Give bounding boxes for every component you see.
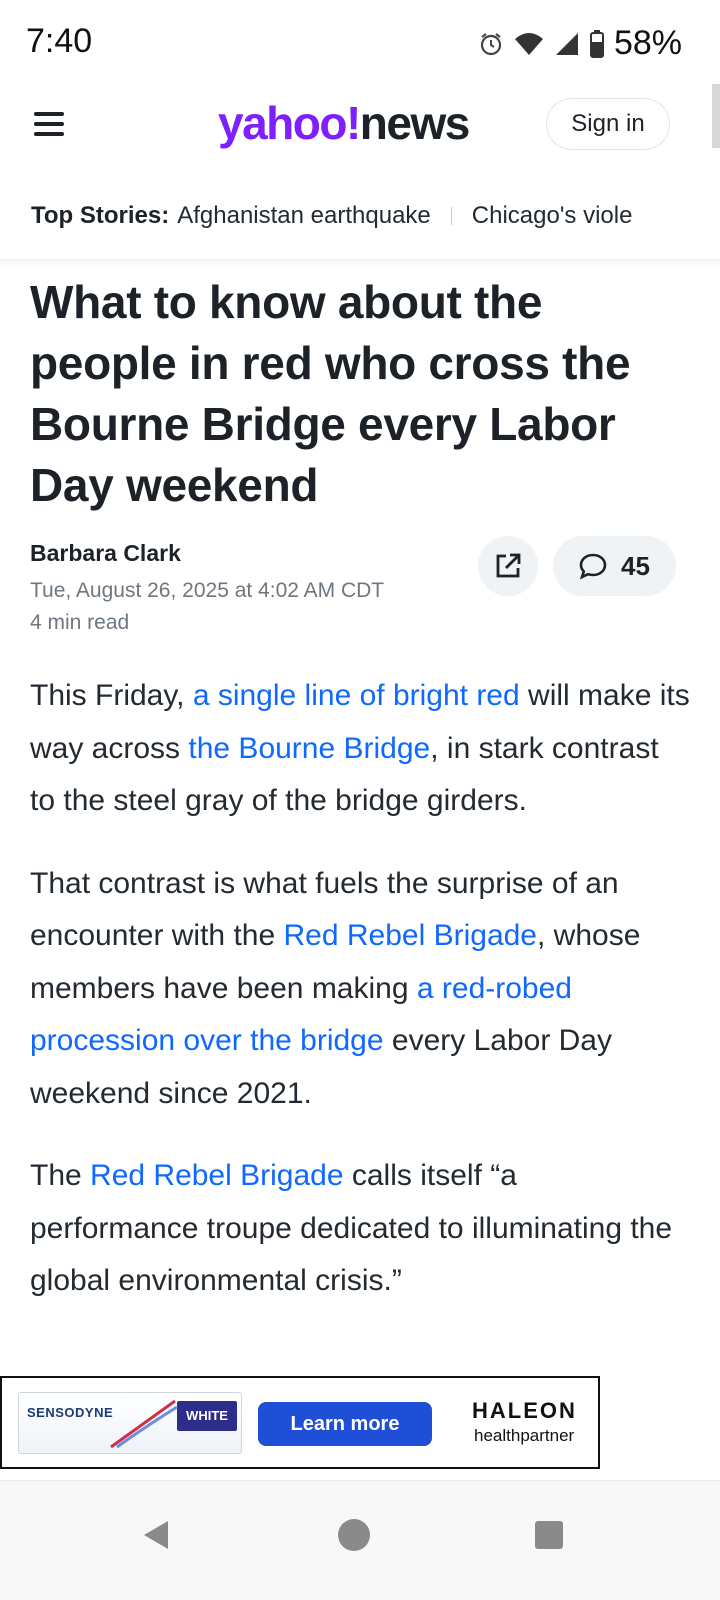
sign-in-button[interactable]: Sign in	[546, 98, 670, 150]
paragraph: That contrast is what fuels the surprise…	[30, 858, 690, 1121]
alarm-icon	[480, 32, 502, 55]
top-story-link[interactable]: Afghanistan earthquake	[177, 202, 431, 230]
paragraph: This Friday, a single line of bright red…	[30, 670, 690, 828]
divider	[450, 207, 452, 225]
ad-brand: SENSODYNE	[27, 1405, 114, 1420]
signal-icon	[555, 32, 578, 55]
logo-news-text: news	[359, 97, 471, 149]
inline-link[interactable]: Red Rebel Brigade	[90, 1159, 344, 1192]
battery-percent: 58%	[613, 24, 682, 62]
home-button[interactable]	[324, 1505, 384, 1565]
fade-overlay	[630, 176, 720, 259]
top-stories-label: Top Stories:	[31, 202, 170, 229]
paragraph-text: The	[30, 1159, 91, 1192]
product-image: SENSODYNE WHITE	[18, 1392, 242, 1454]
read-time: 4 min read	[30, 611, 130, 634]
recents-icon	[535, 1521, 563, 1549]
status-bar: 7:40 58%	[0, 0, 720, 84]
recents-button[interactable]	[519, 1505, 579, 1565]
menu-icon[interactable]	[34, 112, 66, 138]
comments-button[interactable]: 45	[553, 536, 676, 596]
share-button[interactable]	[478, 536, 538, 596]
back-button[interactable]	[126, 1505, 186, 1565]
yahoo-news-logo[interactable]: yahoo! news	[218, 96, 471, 156]
app-header: yahoo! news Sign in	[0, 84, 720, 176]
comment-count: 45	[621, 550, 650, 581]
swoosh-graphic	[110, 1399, 178, 1449]
share-icon	[496, 553, 521, 578]
sponsor-tagline: healthpartner	[474, 1426, 575, 1445]
inline-link[interactable]: a single line of bright red	[193, 679, 520, 712]
publish-date: Tue, August 26, 2025 at 4:02 AM CDT	[30, 579, 385, 602]
logo-yahoo-text: yahoo!	[218, 97, 361, 149]
back-icon	[144, 1521, 168, 1549]
learn-more-button[interactable]: Learn more	[258, 1402, 432, 1446]
sponsor-logo: HALEON	[472, 1398, 577, 1423]
comment-icon	[579, 553, 607, 580]
article-headline: What to know about the people in red who…	[30, 276, 631, 511]
home-icon	[338, 1519, 370, 1551]
byline: Barbara Clark Tue, August 26, 2025 at 4:…	[30, 540, 384, 635]
inline-link[interactable]: Red Rebel Brigade	[284, 919, 538, 952]
paragraph-text: This Friday,	[30, 679, 193, 712]
inline-link[interactable]: the Bourne Bridge	[188, 732, 430, 765]
article-body: This Friday, a single line of bright red…	[30, 670, 690, 1338]
ad-product: WHITE	[177, 1401, 237, 1431]
scrollbar[interactable]	[712, 84, 720, 148]
status-time: 7:40	[26, 22, 93, 60]
top-stories-bar: Top Stories: Afghanistan earthquake Chic…	[0, 176, 720, 260]
system-nav-bar	[0, 1480, 720, 1600]
battery-icon	[589, 29, 604, 58]
top-story-link[interactable]: Chicago's viole	[472, 202, 633, 230]
wifi-icon	[514, 32, 543, 55]
paragraph: The Red Rebel Brigade calls itself “a pe…	[30, 1150, 690, 1308]
author-name[interactable]: Barbara Clark	[30, 540, 384, 567]
ad-banner[interactable]: SENSODYNE WHITE Learn more HALEON health…	[0, 1376, 600, 1469]
status-icons: 58%	[478, 24, 682, 63]
